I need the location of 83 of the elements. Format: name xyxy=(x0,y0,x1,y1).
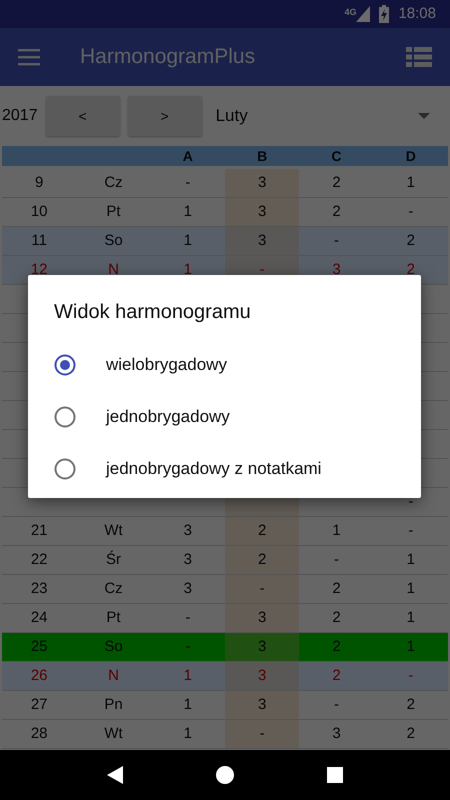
column-header: C xyxy=(330,147,343,166)
home-icon[interactable] xyxy=(216,766,234,784)
table-cell-text: 11 xyxy=(30,230,48,251)
column-header: B xyxy=(256,147,268,166)
table-cell-text: 27 xyxy=(30,694,48,715)
back-icon[interactable] xyxy=(106,766,123,784)
table-cell-text: 1 xyxy=(182,230,193,251)
table-cell-text: Wt xyxy=(103,724,124,744)
battery-icon xyxy=(378,5,390,23)
table-cell-text: Pt xyxy=(105,202,122,222)
table-cell-text: - xyxy=(407,202,414,222)
table-cell-text: Pn xyxy=(103,694,124,715)
radio-option[interactable]: wielobrygadowy xyxy=(54,339,397,391)
column-header: A xyxy=(182,147,194,166)
table-cell-text: 2 xyxy=(406,724,416,744)
table-cell-text: Cz xyxy=(103,172,124,193)
table-cell-text: - xyxy=(407,520,414,541)
status-time: 18:08 xyxy=(398,4,436,24)
radio-icon[interactable] xyxy=(54,354,76,376)
table-cell-text: - xyxy=(407,666,414,686)
table-cell-text: 2 xyxy=(406,230,416,251)
network-label: 4G xyxy=(344,6,356,19)
table-cell-text: 24 xyxy=(30,608,48,628)
radio-icon[interactable] xyxy=(54,406,76,428)
dialog-title: Widok harmonogramu xyxy=(54,300,252,325)
table-cell-text: 1 xyxy=(406,578,416,599)
table-cell-text: 3 xyxy=(182,550,193,570)
table-cell-text: 22 xyxy=(30,550,48,570)
table-cell-text: - xyxy=(407,492,414,512)
table-cell-text: 1 xyxy=(406,172,416,193)
table-cell-text: 3 xyxy=(182,578,193,599)
year-label: 2017 xyxy=(2,106,38,126)
table-cell-text: 3 xyxy=(182,520,193,541)
column-header: D xyxy=(404,147,417,166)
app-title: HarmonogramPlus xyxy=(80,44,256,70)
table-cell-text: So xyxy=(103,230,124,251)
table-cell-text: 1 xyxy=(182,666,193,686)
table-cell-text: - xyxy=(184,636,192,657)
table-cell-text: N xyxy=(107,666,120,686)
table-cell-text: Śr xyxy=(104,550,122,570)
table-cell-text: 9 xyxy=(34,172,44,193)
table-cell-text: 2 xyxy=(331,636,342,657)
table-cell-text: - xyxy=(184,172,192,193)
table-cell-text: 10 xyxy=(30,202,48,222)
table-cell-text: So xyxy=(103,636,124,657)
table-cell-text: 1 xyxy=(406,608,416,628)
table-cell-text: 2 xyxy=(331,202,342,222)
table-cell-text: 3 xyxy=(331,260,342,280)
table-cell-text: 2 xyxy=(331,578,342,599)
table-cell-text: 2 xyxy=(406,694,416,715)
caret-icon xyxy=(418,113,430,119)
table-cell-text: N xyxy=(107,260,120,280)
table-cell-text: 21 xyxy=(30,520,48,541)
table-cell-text: 1 xyxy=(182,260,193,280)
table-cell-text: - xyxy=(332,694,340,715)
table-cell-text: 2 xyxy=(331,608,342,628)
table-cell-text: 2 xyxy=(406,260,416,280)
table-cell-text: 12 xyxy=(30,260,48,280)
table-cell-text: 23 xyxy=(30,578,48,599)
radio-option[interactable]: jednobrygadowy z notatkami xyxy=(54,443,397,495)
table-cell-text: Pt xyxy=(105,608,122,628)
table-cell-text: Cz xyxy=(103,578,124,599)
signal-icon xyxy=(356,6,370,22)
table-cell-text: 1 xyxy=(182,202,193,222)
table-cell-text: Wt xyxy=(103,520,124,541)
table-cell-text: 28 xyxy=(30,724,48,744)
table-cell-text: 3 xyxy=(331,724,342,744)
table-cell-text: 26 xyxy=(30,666,48,686)
table-cell-text: 25 xyxy=(30,636,48,657)
recent-apps-icon[interactable] xyxy=(327,767,344,783)
radio-icon[interactable] xyxy=(54,458,76,480)
table-cell-text: 1 xyxy=(331,520,342,541)
radio-option[interactable]: jednobrygadowy xyxy=(54,391,397,443)
month-dropdown[interactable]: Luty xyxy=(210,103,448,129)
table-cell-text: 1 xyxy=(182,694,193,715)
table-cell-text: 1 xyxy=(406,550,416,570)
table-cell-text: - xyxy=(184,608,192,628)
table-cell-text: - xyxy=(332,230,340,251)
table-cell-text: 2 xyxy=(331,666,342,686)
table-cell-text: - xyxy=(332,550,340,570)
table-cell-text: 1 xyxy=(182,724,193,744)
table-cell-text: 2 xyxy=(331,172,342,193)
table-cell-text: 1 xyxy=(406,636,416,657)
